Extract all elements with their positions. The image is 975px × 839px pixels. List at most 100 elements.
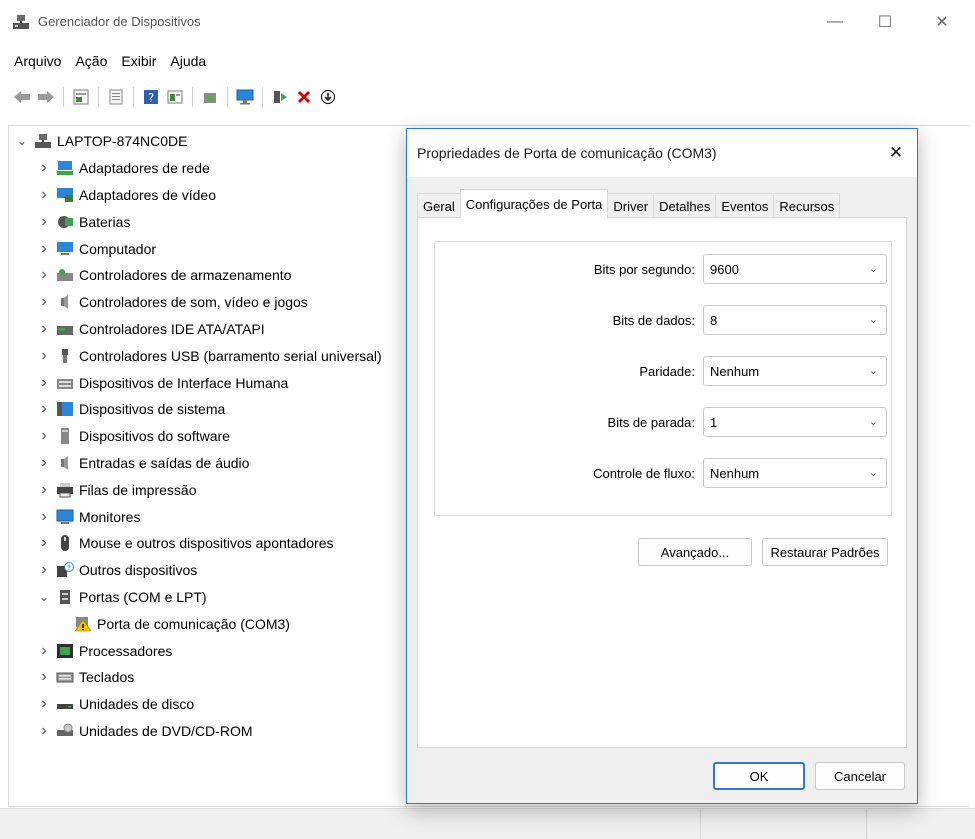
tab-driver[interactable]: Driver <box>607 193 655 218</box>
tree-category-item[interactable]: › Processadores <box>14 637 382 664</box>
tree-item-label: Controladores de som, vídeo e jogos <box>79 294 308 311</box>
device-list-icon[interactable] <box>106 87 126 107</box>
tree-category-item[interactable]: › Entradas e saídas de áudio <box>14 450 382 477</box>
tree-category-item[interactable]: › Dispositivos de Interface Humana <box>14 369 382 396</box>
processor-icon <box>56 643 74 659</box>
minimize-button[interactable]: — <box>815 8 855 36</box>
tab-detalhes[interactable]: Detalhes <box>653 193 717 218</box>
tree-category-item[interactable]: › Controladores de armazenamento <box>14 262 382 289</box>
close-button[interactable]: ✕ <box>922 8 962 36</box>
svg-text:?: ? <box>67 564 71 572</box>
resource-view-icon[interactable] <box>165 87 185 107</box>
chevron-right-icon[interactable]: › <box>36 213 52 231</box>
tree-root[interactable]: ⌄ LAPTOP-874NC0DE <box>14 128 382 155</box>
scan-hardware-icon[interactable] <box>200 87 220 107</box>
chevron-down-icon: ⌄ <box>868 314 878 326</box>
bits-per-second-select[interactable]: 9600 ⌄ <box>703 254 887 284</box>
tree-category-item[interactable]: › Unidades de disco <box>14 691 382 718</box>
tree-category-item[interactable]: › Dispositivos do software <box>14 423 382 450</box>
chevron-right-icon[interactable]: › <box>36 454 52 472</box>
chevron-right-icon[interactable]: › <box>36 561 52 579</box>
data-bits-select[interactable]: 8 ⌄ <box>703 305 887 335</box>
chevron-right-icon[interactable]: › <box>36 159 52 177</box>
back-arrow-icon[interactable] <box>12 87 32 107</box>
dvd-drive-icon <box>56 723 74 739</box>
status-divider <box>700 809 701 839</box>
chevron-right-icon[interactable]: › <box>36 320 52 338</box>
tree-category-item[interactable]: › Mouse e outros dispositivos apontadores <box>14 530 382 557</box>
tree-category-item[interactable]: › Controladores de som, vídeo e jogos <box>14 289 382 316</box>
stop-bits-select[interactable]: 1 ⌄ <box>703 407 887 437</box>
flow-control-value: Nenhum <box>710 466 760 481</box>
tree-category-item[interactable]: ⌄ Portas (COM e LPT) <box>14 584 382 611</box>
tree-category-item[interactable]: › Adaptadores de rede <box>14 155 382 182</box>
advanced-button[interactable]: Avançado... <box>638 538 752 566</box>
tree-child-item[interactable]: Porta de comunicação (COM3) <box>14 610 382 637</box>
usb-icon <box>56 348 74 364</box>
maximize-button[interactable]: ☐ <box>865 8 905 36</box>
system-device-icon <box>56 401 74 417</box>
tab-panel: Bits por segundo: 9600 ⌄ Bits de dados: … <box>417 217 907 748</box>
chevron-right-icon[interactable]: › <box>36 695 52 713</box>
chevron-right-icon[interactable]: › <box>36 266 52 284</box>
tree-category-item[interactable]: › Computador <box>14 235 382 262</box>
properties-view-icon[interactable] <box>71 87 91 107</box>
chevron-right-icon[interactable]: › <box>36 400 52 418</box>
dialog-title-bar: Propriedades de Porta de comunicação (CO… <box>407 129 917 177</box>
chevron-right-icon[interactable]: › <box>36 668 52 686</box>
sound-icon <box>56 294 74 310</box>
chevron-down-icon[interactable]: ⌄ <box>14 134 30 148</box>
chevron-right-icon[interactable]: › <box>36 481 52 499</box>
dialog-close-button[interactable]: ✕ <box>883 140 909 166</box>
tab-recursos[interactable]: Recursos <box>773 193 841 218</box>
tree-category-item[interactable]: › Adaptadores de vídeo <box>14 182 382 209</box>
tree-category-item[interactable]: › Filas de impressão <box>14 476 382 503</box>
chevron-right-icon[interactable]: › <box>36 534 52 552</box>
uninstall-device-icon[interactable] <box>294 87 314 107</box>
menu-acao[interactable]: Ação <box>68 50 114 72</box>
tree-category-item[interactable]: › Dispositivos de sistema <box>14 396 382 423</box>
parity-select[interactable]: Nenhum ⌄ <box>703 356 887 386</box>
update-driver-icon[interactable] <box>318 87 338 107</box>
flow-control-select[interactable]: Nenhum ⌄ <box>703 458 887 488</box>
software-device-icon <box>56 428 74 445</box>
chevron-right-icon[interactable]: › <box>36 240 52 258</box>
tree-category-item[interactable]: › Baterias <box>14 208 382 235</box>
tab-configuracoes-de-porta[interactable]: Configurações de Porta <box>459 189 609 218</box>
cancel-button[interactable]: Cancelar <box>815 762 905 790</box>
enable-device-icon[interactable] <box>270 87 290 107</box>
tab-geral[interactable]: Geral <box>417 193 461 218</box>
monitor-icon[interactable] <box>235 87 255 107</box>
tree-category-item[interactable]: › Teclados <box>14 664 382 691</box>
menu-bar: Arquivo Ação Exibir Ajuda <box>0 50 213 72</box>
chevron-right-icon[interactable]: › <box>36 427 52 445</box>
tree-category-item[interactable]: › Monitores <box>14 503 382 530</box>
chevron-right-icon[interactable]: › <box>36 642 52 660</box>
menu-arquivo[interactable]: Arquivo <box>0 50 68 72</box>
tree-item-label: Mouse e outros dispositivos apontadores <box>79 535 334 552</box>
ok-button[interactable]: OK <box>713 762 805 790</box>
toolbar-divider <box>63 87 64 107</box>
chevron-right-icon[interactable]: › <box>36 186 52 204</box>
tab-eventos[interactable]: Eventos <box>715 193 775 218</box>
ide-controller-icon <box>56 321 74 337</box>
tree-category-item[interactable]: › Controladores USB (barramento serial un… <box>14 342 381 369</box>
forward-arrow-icon[interactable] <box>36 87 56 107</box>
menu-ajuda[interactable]: Ajuda <box>163 50 213 72</box>
tree-category-item[interactable]: ›? Outros dispositivos <box>14 557 382 584</box>
tree-item-label: Unidades de DVD/CD-ROM <box>79 722 253 739</box>
tree-category-item[interactable]: › Controladores IDE ATA/ATAPI <box>14 316 382 343</box>
chevron-right-icon[interactable]: › <box>36 347 52 365</box>
help-icon[interactable]: ? <box>141 87 161 107</box>
chevron-right-icon[interactable]: › <box>36 293 52 311</box>
chevron-right-icon[interactable]: › <box>36 374 52 392</box>
chevron-right-icon[interactable]: › <box>36 722 52 740</box>
chevron-down-icon[interactable]: ⌄ <box>36 590 52 604</box>
menu-exibir[interactable]: Exibir <box>114 50 163 72</box>
tree-category-item[interactable]: › Unidades de DVD/CD-ROM <box>14 718 382 745</box>
chevron-right-icon[interactable]: › <box>36 508 52 526</box>
toolbar-divider <box>98 87 99 107</box>
restore-defaults-button[interactable]: Restaurar Padrões <box>762 538 888 566</box>
field-row-parity: Paridade: Nenhum ⌄ <box>435 356 891 386</box>
keyboard-icon <box>56 669 74 685</box>
